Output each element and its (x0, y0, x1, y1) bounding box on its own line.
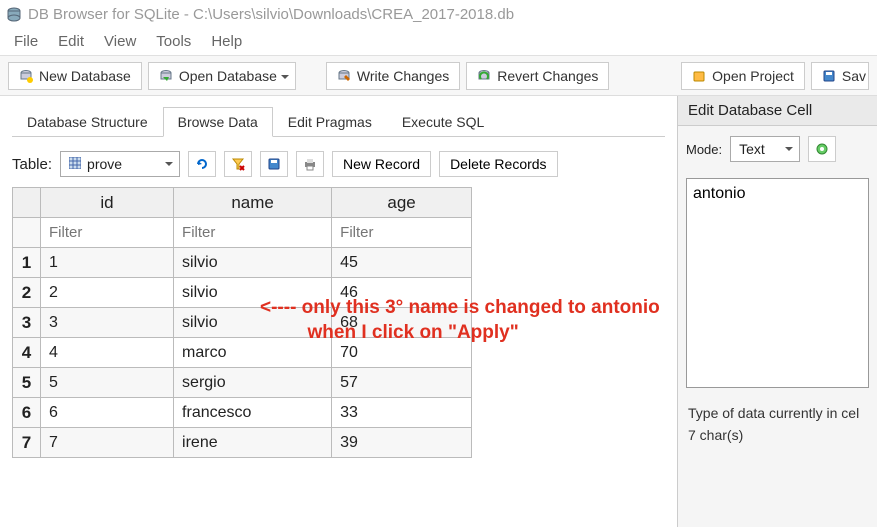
cell-value-textarea[interactable] (686, 178, 869, 388)
cell-name[interactable]: irene (174, 428, 332, 458)
revert-changes-button[interactable]: Revert Changes (466, 62, 609, 90)
table-label: Table: (12, 156, 52, 173)
new-database-button[interactable]: New Database (8, 62, 142, 90)
cell-id[interactable]: 1 (41, 248, 174, 278)
open-database-button[interactable]: Open Database (148, 62, 296, 90)
column-header-name[interactable]: name (174, 188, 332, 218)
row-header[interactable]: 6 (13, 398, 41, 428)
cell-id[interactable]: 7 (41, 428, 174, 458)
write-changes-button[interactable]: Write Changes (326, 62, 460, 90)
mode-label: Mode: (686, 142, 722, 157)
tabs: Database Structure Browse Data Edit Prag… (12, 106, 665, 137)
menu-view[interactable]: View (96, 31, 144, 52)
cell-id[interactable]: 5 (41, 368, 174, 398)
save-icon (267, 157, 281, 171)
mode-select[interactable]: Text (730, 136, 800, 162)
menubar: File Edit View Tools Help (0, 28, 877, 56)
filter-input-name[interactable] (180, 223, 325, 242)
window-title: DB Browser for SQLite - C:\Users\silvio\… (28, 6, 514, 23)
filter-clear-icon (231, 157, 245, 171)
cell-id[interactable]: 2 (41, 278, 174, 308)
cell-id[interactable]: 6 (41, 398, 174, 428)
column-header-id[interactable]: id (41, 188, 174, 218)
row-header[interactable]: 2 (13, 278, 41, 308)
table-icon (69, 156, 81, 172)
cell-name[interactable]: silvio (174, 248, 332, 278)
edit-cell-panel: Edit Database Cell Mode: Text Type of da… (677, 96, 877, 527)
tab-browse-data[interactable]: Browse Data (163, 107, 273, 137)
cell-name[interactable]: silvio (174, 278, 332, 308)
gear-icon (815, 142, 829, 156)
tab-database-structure[interactable]: Database Structure (12, 107, 163, 137)
clear-filters-button[interactable] (224, 151, 252, 177)
column-header-age[interactable]: age (332, 188, 472, 218)
cell-id[interactable]: 4 (41, 338, 174, 368)
menu-tools[interactable]: Tools (148, 31, 199, 52)
write-changes-icon (337, 69, 351, 83)
row-header[interactable]: 5 (13, 368, 41, 398)
type-info: Type of data currently in cel (688, 402, 867, 424)
save-project-button[interactable]: Sav (811, 62, 869, 90)
open-database-icon (159, 69, 173, 83)
menu-help[interactable]: Help (203, 31, 250, 52)
new-record-button[interactable]: New Record (332, 151, 431, 177)
cell-action-button[interactable] (808, 136, 836, 162)
row-header[interactable]: 3 (13, 308, 41, 338)
print-icon (303, 157, 317, 171)
panel-title: Edit Database Cell (678, 96, 877, 126)
menu-edit[interactable]: Edit (50, 31, 92, 52)
row-header[interactable]: 4 (13, 338, 41, 368)
grid-corner (13, 188, 41, 218)
revert-changes-icon (477, 69, 491, 83)
size-info: 7 char(s) (688, 424, 867, 446)
cell-name[interactable]: silvio (174, 308, 332, 338)
save-table-button[interactable] (260, 151, 288, 177)
data-grid[interactable]: id name age 1 1 silvio 45 2 2 silvio 46 (12, 187, 472, 458)
tab-edit-pragmas[interactable]: Edit Pragmas (273, 107, 387, 137)
filter-input-id[interactable] (47, 223, 167, 242)
cell-name[interactable]: sergio (174, 368, 332, 398)
refresh-icon (195, 157, 209, 171)
cell-name[interactable]: francesco (174, 398, 332, 428)
open-project-icon (692, 69, 706, 83)
row-header[interactable]: 7 (13, 428, 41, 458)
table-select[interactable]: prove (60, 151, 180, 177)
cell-age[interactable]: 46 (332, 278, 472, 308)
new-database-icon (19, 69, 33, 83)
cell-age[interactable]: 57 (332, 368, 472, 398)
menu-file[interactable]: File (6, 31, 46, 52)
cell-age[interactable]: 33 (332, 398, 472, 428)
tab-execute-sql[interactable]: Execute SQL (387, 107, 500, 137)
cell-age[interactable]: 68 (332, 308, 472, 338)
app-icon (6, 6, 22, 22)
open-project-button[interactable]: Open Project (681, 62, 805, 90)
cell-age[interactable]: 39 (332, 428, 472, 458)
print-button[interactable] (296, 151, 324, 177)
row-header[interactable]: 1 (13, 248, 41, 278)
main-toolbar: New Database Open Database Write Changes… (0, 56, 877, 96)
save-project-icon (822, 69, 836, 83)
titlebar: DB Browser for SQLite - C:\Users\silvio\… (0, 0, 877, 28)
cell-name[interactable]: marco (174, 338, 332, 368)
cell-age[interactable]: 45 (332, 248, 472, 278)
cell-age[interactable]: 70 (332, 338, 472, 368)
delete-records-button[interactable]: Delete Records (439, 151, 558, 177)
cell-id[interactable]: 3 (41, 308, 174, 338)
refresh-button[interactable] (188, 151, 216, 177)
filter-input-age[interactable] (338, 223, 465, 242)
